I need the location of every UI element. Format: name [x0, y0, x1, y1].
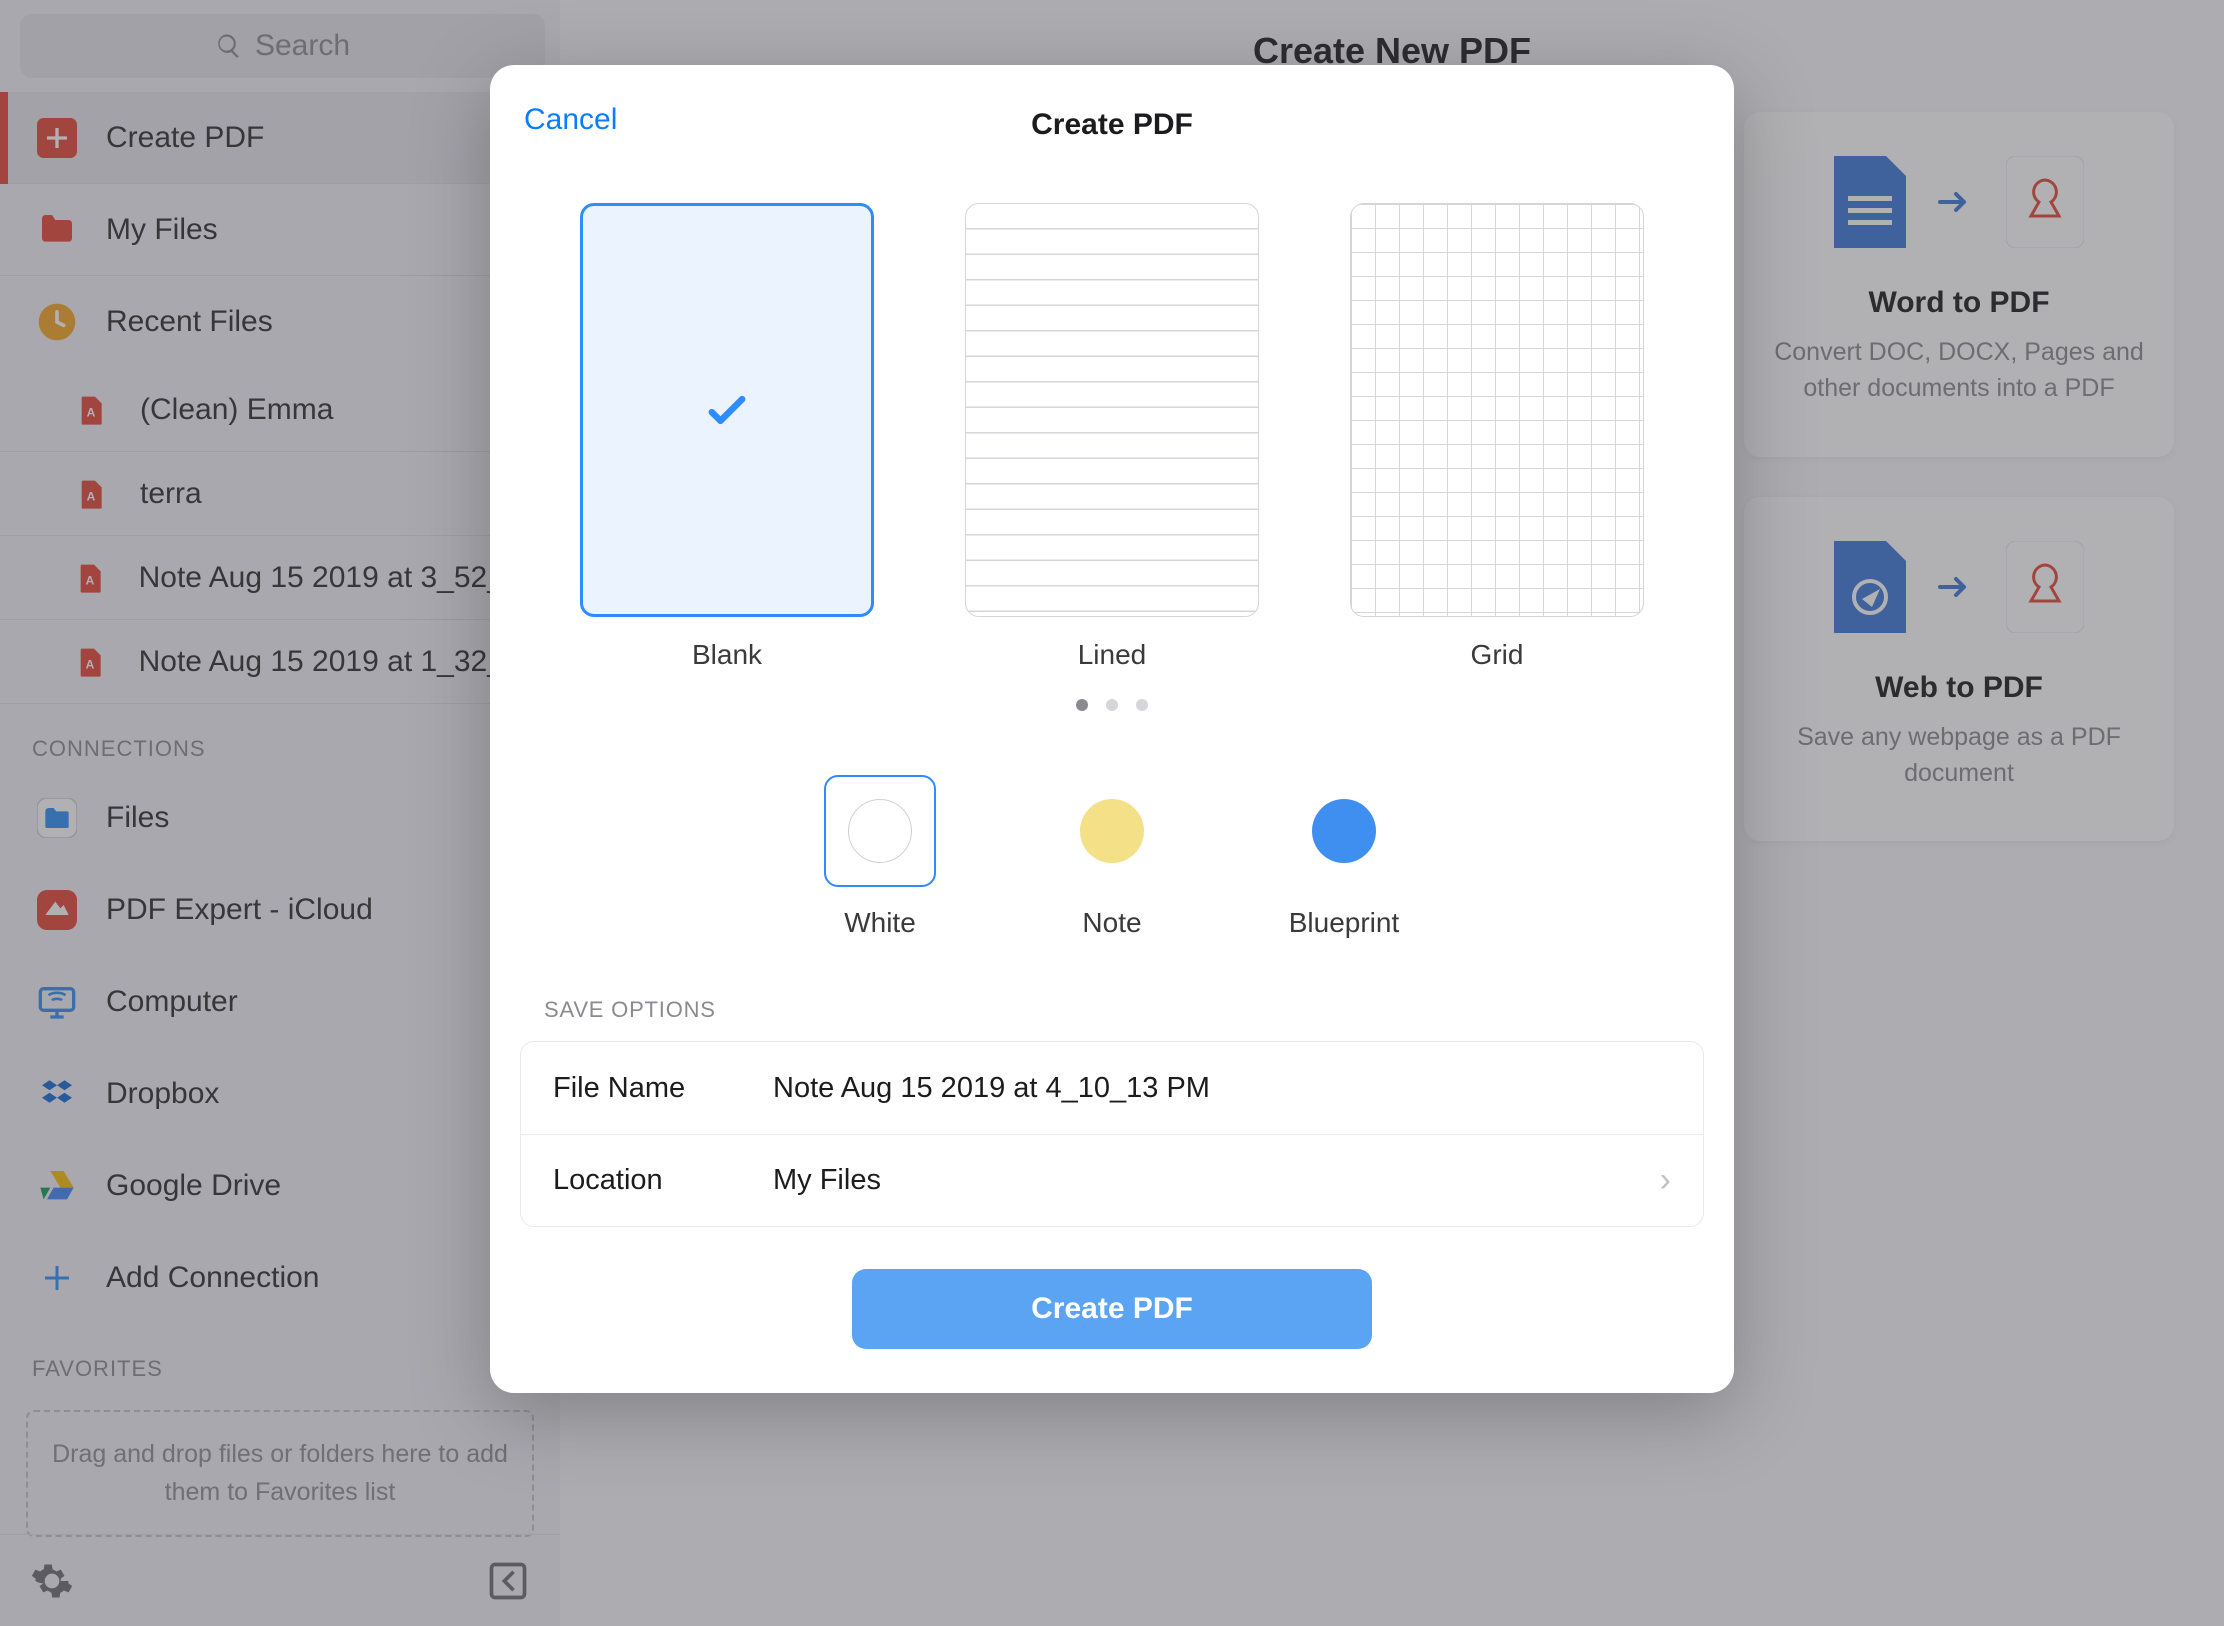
page-dot[interactable] — [1136, 699, 1148, 711]
color-swatch — [1312, 799, 1376, 863]
color-swatch-frame — [1288, 775, 1400, 887]
file-name-value: Note Aug 15 2019 at 4_10_13 PM — [773, 1072, 1671, 1105]
location-label: Location — [553, 1164, 773, 1197]
location-row[interactable]: Location My Files › — [521, 1134, 1703, 1226]
color-label: Note — [1082, 907, 1141, 939]
template-lined[interactable]: Lined — [965, 203, 1259, 671]
modal-header: Cancel Create PDF — [490, 95, 1734, 155]
template-picker: Blank Lined Grid — [490, 155, 1734, 671]
color-label: Blueprint — [1289, 907, 1400, 939]
color-swatch-frame — [1056, 775, 1168, 887]
file-name-label: File Name — [553, 1072, 773, 1105]
app-root: Search Create PDF My Files Recent Files — [0, 0, 2224, 1626]
color-blueprint[interactable]: Blueprint — [1288, 775, 1400, 939]
color-white[interactable]: White — [824, 775, 936, 939]
check-icon — [701, 384, 753, 436]
color-swatch — [1080, 799, 1144, 863]
template-label: Grid — [1471, 639, 1524, 671]
template-blank[interactable]: Blank — [580, 203, 874, 671]
chevron-right-icon: › — [1660, 1161, 1671, 1200]
template-label: Blank — [692, 639, 762, 671]
template-thumb-lined — [965, 203, 1259, 617]
modal-overlay: Cancel Create PDF Blank Lined Grid — [0, 0, 2224, 1626]
save-options: File Name Note Aug 15 2019 at 4_10_13 PM… — [520, 1041, 1704, 1227]
color-swatch-frame — [824, 775, 936, 887]
color-label: White — [844, 907, 916, 939]
create-pdf-button[interactable]: Create PDF — [852, 1269, 1372, 1349]
modal-title: Create PDF — [1031, 108, 1193, 142]
page-indicator — [490, 699, 1734, 711]
color-swatch — [848, 799, 912, 863]
color-note[interactable]: Note — [1056, 775, 1168, 939]
cancel-button[interactable]: Cancel — [524, 103, 617, 137]
location-value: My Files — [773, 1164, 1660, 1197]
template-thumb-grid — [1350, 203, 1644, 617]
template-thumb-blank — [580, 203, 874, 617]
color-picker: White Note Blueprint — [490, 775, 1734, 939]
save-options-header: SAVE OPTIONS — [490, 939, 1734, 1041]
template-grid[interactable]: Grid — [1350, 203, 1644, 671]
create-pdf-modal: Cancel Create PDF Blank Lined Grid — [490, 65, 1734, 1393]
page-dot[interactable] — [1106, 699, 1118, 711]
page-dot[interactable] — [1076, 699, 1088, 711]
template-label: Lined — [1078, 639, 1147, 671]
file-name-row[interactable]: File Name Note Aug 15 2019 at 4_10_13 PM — [521, 1042, 1703, 1134]
